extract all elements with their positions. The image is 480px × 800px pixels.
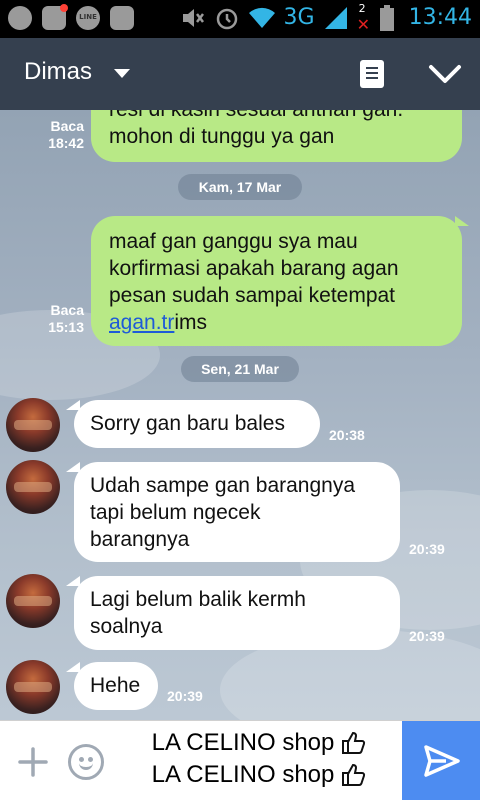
message-time: 20:39: [409, 541, 445, 557]
chevron-down-icon[interactable]: [428, 62, 462, 86]
signal-icon: [324, 7, 347, 29]
message-time: 20:39: [409, 628, 445, 644]
whatsapp-icon: [8, 6, 32, 30]
input-text: LA CELINO shop: [151, 761, 335, 788]
send-button[interactable]: [402, 721, 480, 800]
avatar[interactable]: [6, 398, 60, 452]
plus-icon[interactable]: [18, 747, 48, 777]
message-text: korfirmasi apakah barang agan: [109, 257, 399, 280]
sim-badge: 2 ✕: [356, 2, 370, 34]
message-time: 20:38: [329, 427, 365, 443]
message-text: barangnya: [90, 528, 190, 551]
input-text: LA CELINO shop: [151, 729, 335, 756]
read-status: Baca: [50, 302, 84, 318]
message-link[interactable]: agan.tr: [109, 311, 174, 334]
message-meta: Baca 15:13: [30, 302, 84, 336]
clock: 13:44: [408, 5, 472, 30]
chat-area[interactable]: Baca 18:42 resi di kasih sesuai antrian …: [0, 110, 480, 720]
thumbs-up-icon: [342, 763, 366, 786]
message-text: Sorry gan baru bales: [90, 412, 285, 435]
wifi-icon: [248, 7, 275, 29]
message-meta: Baca 18:42: [30, 118, 84, 152]
avatar[interactable]: [6, 460, 60, 514]
message-text: Hehe: [90, 674, 141, 697]
message-bubble-received[interactable]: Hehe: [74, 662, 158, 710]
message-time: 15:13: [48, 319, 84, 335]
read-status: Baca: [50, 118, 84, 134]
message-text: pesan sudah sampai ketempat: [109, 284, 396, 307]
message-text: Udah sampe gan barangnya: [90, 474, 356, 497]
avatar[interactable]: [6, 574, 60, 628]
message-time: 18:42: [48, 135, 84, 151]
message-bubble-received[interactable]: Sorry gan baru bales: [74, 400, 320, 448]
note-icon[interactable]: [360, 60, 384, 88]
send-icon: [424, 745, 460, 777]
bbm-icon: [110, 6, 134, 30]
message-text: ims: [174, 311, 208, 334]
mute-icon: [182, 9, 204, 27]
message-bubble-received[interactable]: Udah sampe gan barangnya tapi belum ngec…: [74, 462, 400, 562]
message-time: 20:39: [167, 688, 203, 704]
network-type: 3G: [283, 5, 315, 30]
message-composer: LA CELINO shop LA CELINO shop: [0, 720, 480, 800]
date-separator: Sen, 21 Mar: [181, 356, 299, 382]
message-text: mohon di tunggu ya gan: [109, 125, 335, 148]
avatar[interactable]: [6, 660, 60, 714]
line-icon: LINE: [76, 6, 100, 30]
message-text: tapi belum ngecek: [90, 501, 261, 524]
bbm-icon: [42, 4, 68, 30]
battery-icon: [379, 5, 394, 31]
alarm-icon: [216, 8, 237, 30]
message-text: Lagi belum balik kermh: [90, 588, 306, 611]
status-bar: LINE 3G 2 ✕ 13:44: [0, 0, 480, 38]
date-separator: Kam, 17 Mar: [178, 174, 302, 200]
emoji-icon[interactable]: [68, 744, 104, 780]
message-text: resi di kasih sesuai antrian gan.: [109, 110, 444, 123]
message-bubble-received[interactable]: Lagi belum balik kermh soalnya: [74, 576, 400, 650]
dropdown-caret-icon[interactable]: [114, 69, 130, 78]
message-text: soalnya: [90, 615, 163, 638]
message-bubble-sent[interactable]: maaf gan ganggu sya mau korfirmasi apaka…: [91, 216, 462, 346]
chat-header: Dimas: [0, 38, 480, 110]
contact-name[interactable]: Dimas: [24, 58, 92, 86]
message-bubble-sent[interactable]: resi di kasih sesuai antrian gan. mohon …: [91, 110, 462, 162]
message-text: maaf gan ganggu sya mau: [109, 230, 358, 253]
thumbs-up-icon: [342, 731, 366, 754]
message-input[interactable]: LA CELINO shop LA CELINO shop: [120, 727, 398, 795]
